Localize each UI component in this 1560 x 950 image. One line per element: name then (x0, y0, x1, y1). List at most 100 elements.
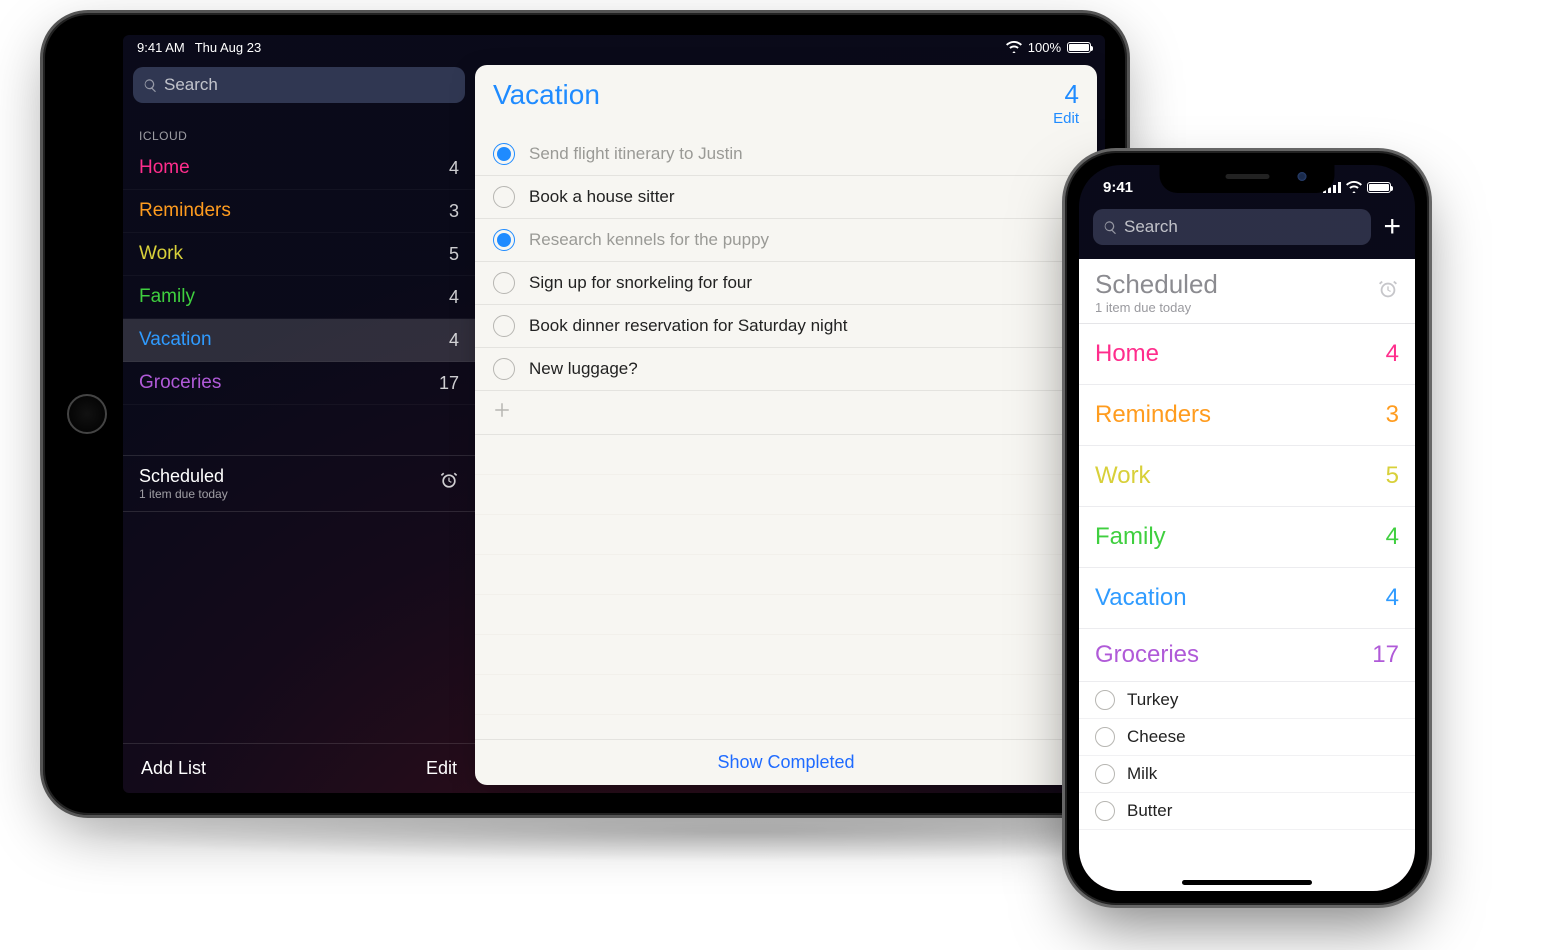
status-time: 9:41 AM (137, 40, 185, 55)
iphone-toolbar: Search + (1079, 209, 1415, 255)
todo-row[interactable]: New luggage? (475, 348, 1097, 391)
grocery-item[interactable]: Turkey (1079, 682, 1415, 719)
list-count: 4 (449, 287, 459, 308)
list-name: Family (139, 286, 195, 308)
todo-checkbox[interactable] (1095, 727, 1115, 747)
todo-row[interactable]: Research kennels for the puppy (475, 219, 1097, 262)
sidebar-footer: Add List Edit (123, 743, 475, 793)
todo-checkbox[interactable] (1095, 801, 1115, 821)
scheduled-row[interactable]: Scheduled 1 item due today (123, 455, 475, 512)
todo-checkbox[interactable] (493, 143, 515, 165)
category-row-work[interactable]: Work5 (1079, 446, 1415, 507)
list-count: 17 (439, 373, 459, 394)
detail-header: Vacation 4 Edit (475, 65, 1097, 133)
category-row-groceries[interactable]: Groceries17 (1079, 629, 1415, 682)
scheduled-subtitle: 1 item due today (139, 487, 228, 501)
add-button[interactable]: + (1383, 212, 1401, 242)
todo-checkbox[interactable] (493, 272, 515, 294)
sidebar-list-groceries[interactable]: Groceries 17 (123, 362, 475, 405)
list-count: 5 (449, 244, 459, 265)
list-count: 4 (449, 158, 459, 179)
home-indicator[interactable] (1182, 880, 1312, 885)
todo-checkbox[interactable] (1095, 764, 1115, 784)
todo-text: New luggage? (529, 359, 638, 379)
sidebar-list-work[interactable]: Work 5 (123, 233, 475, 276)
todo-checkbox[interactable] (493, 186, 515, 208)
scheduled-subtitle: 1 item due today (1095, 300, 1218, 315)
iphone-notch (1160, 165, 1335, 193)
show-completed-button[interactable]: Show Completed (475, 739, 1097, 785)
alarm-icon (1377, 279, 1399, 306)
todo-row[interactable]: Book a house sitter (475, 176, 1097, 219)
ipad-sidebar: Search ICLOUD Home 4 Reminders 3 Work 5 Family… (123, 59, 475, 793)
ipad-status-bar: 9:41 AM Thu Aug 23 100% (123, 35, 1105, 59)
scheduled-row[interactable]: Scheduled 1 item due today (1079, 259, 1415, 324)
search-icon (1103, 220, 1118, 235)
category-name: Home (1095, 340, 1159, 368)
category-row-reminders[interactable]: Reminders 3 (1079, 385, 1415, 446)
todo-checkbox[interactable] (493, 315, 515, 337)
sidebar-list-reminders[interactable]: Reminders 3 (123, 190, 475, 233)
category-count: 5 (1386, 462, 1399, 490)
edit-lists-button[interactable]: Edit (426, 758, 457, 779)
category-count: 4 (1386, 584, 1399, 612)
todo-checkbox[interactable] (493, 358, 515, 380)
detail-count: 4 (1053, 79, 1079, 110)
list-name: Work (139, 243, 183, 265)
search-placeholder: Search (1124, 217, 1178, 237)
status-date: Thu Aug 23 (195, 40, 262, 55)
category-row-family[interactable]: Family4 (1079, 507, 1415, 568)
category-name: Vacation (1095, 584, 1187, 612)
detail-pane: Vacation 4 Edit Send flight itinerary to… (475, 65, 1097, 785)
category-name: Reminders (1095, 401, 1211, 429)
grocery-item[interactable]: Milk (1079, 756, 1415, 793)
ipad-home-button[interactable] (67, 394, 107, 434)
todo-text: Research kennels for the puppy (529, 230, 769, 250)
todo-checkbox[interactable] (1095, 690, 1115, 710)
category-count: 3 (1386, 401, 1399, 429)
grocery-text: Turkey (1127, 690, 1178, 710)
sidebar-list-vacation[interactable]: Vacation4 (123, 319, 475, 362)
search-input[interactable]: Search (1093, 209, 1371, 245)
add-reminder-row[interactable] (475, 391, 1097, 435)
list-name: Groceries (139, 372, 221, 394)
list-name: Reminders (139, 200, 231, 222)
todo-text: Book a house sitter (529, 187, 675, 207)
search-icon (143, 78, 158, 93)
wifi-icon (1006, 41, 1022, 53)
sidebar-list-family[interactable]: Family 4 (123, 276, 475, 319)
battery-text: 100% (1028, 40, 1061, 55)
scheduled-title: Scheduled (1095, 269, 1218, 300)
add-list-button[interactable]: Add List (141, 758, 206, 779)
status-time: 9:41 (1103, 179, 1133, 196)
list-count: 3 (449, 201, 459, 222)
ipad-device: 9:41 AM Thu Aug 23 100% Search ICLOUD Ho… (40, 10, 1130, 818)
sidebar-list-home[interactable]: Home 4 (123, 147, 475, 190)
scheduled-title: Scheduled (139, 466, 228, 487)
todo-text: Sign up for snorkeling for four (529, 273, 752, 293)
todo-text: Book dinner reservation for Saturday nig… (529, 316, 847, 336)
search-input[interactable]: Search (133, 67, 465, 103)
category-row-vacation[interactable]: Vacation 4 (1079, 568, 1415, 629)
alarm-icon (439, 471, 459, 496)
grocery-text: Cheese (1127, 727, 1186, 747)
todo-checkbox[interactable] (493, 229, 515, 251)
todo-text: Send flight itinerary to Justin (529, 144, 743, 164)
iphone-screen: 9:41 Search + Scheduled (1079, 165, 1415, 891)
section-label: ICLOUD (123, 111, 475, 147)
list-name: Home (139, 157, 190, 179)
battery-icon (1367, 182, 1391, 193)
empty-lines (475, 435, 1097, 739)
todo-row[interactable]: Book dinner reservation for Saturday nig… (475, 305, 1097, 348)
todo-row[interactable]: Sign up for snorkeling for four (475, 262, 1097, 305)
search-placeholder: Search (164, 75, 218, 95)
todo-row[interactable]: Send flight itinerary to Justin (475, 133, 1097, 176)
edit-button[interactable]: Edit (1053, 110, 1079, 127)
list-name: Vacation (139, 329, 212, 351)
category-count: 17 (1372, 641, 1399, 669)
grocery-item[interactable]: Cheese (1079, 719, 1415, 756)
category-row-home[interactable]: Home 4 (1079, 324, 1415, 385)
category-count: 4 (1386, 340, 1399, 368)
grocery-item[interactable]: Butter (1079, 793, 1415, 830)
grocery-text: Butter (1127, 801, 1172, 821)
